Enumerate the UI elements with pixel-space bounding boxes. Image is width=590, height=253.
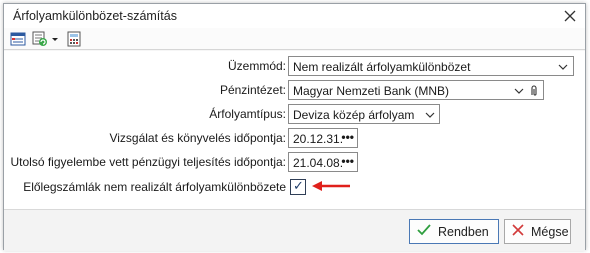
window-title: Árfolyamkülönbözet-számítás: [13, 9, 177, 23]
table-icon[interactable]: [10, 31, 26, 47]
mode-value: Nem realizált árfolyamkülönbözet: [293, 60, 471, 74]
mode-label-row: Üzemmód:: [4, 56, 286, 76]
form-area: Üzemmód: Nem realizált árfolyamkülönböze…: [4, 51, 585, 209]
bank-label: Pénzintézet:: [219, 83, 286, 97]
paperclip-icon[interactable]: [528, 85, 540, 97]
calculator-icon[interactable]: [66, 31, 82, 47]
advance-label-row: Előlegszámlák nem realizált árfolyamkülö…: [4, 177, 286, 197]
chevron-down-icon[interactable]: [513, 85, 525, 97]
rate-type-label: Árfolyamtípus:: [209, 107, 286, 121]
bank-label-row: Pénzintézet:: [4, 80, 286, 100]
bank-value: Magyar Nemzeti Bank (MNB): [293, 84, 450, 98]
refresh-list-icon[interactable]: [32, 31, 48, 47]
title-bar: Árfolyamkülönbözet-számítás: [4, 4, 585, 28]
button-bar: Rendben Mégse: [4, 209, 585, 251]
bank-select[interactable]: Magyar Nemzeti Bank (MNB): [288, 80, 544, 100]
check-icon: [416, 223, 432, 240]
dialog-window: Árfolyamkülönbözet-számítás Üzemmód: Nem…: [3, 3, 586, 251]
toolbar: [4, 28, 585, 50]
close-x-icon: [511, 223, 525, 240]
rate-type-label-row: Árfolyamtípus:: [4, 104, 286, 124]
exam-date-label-row: Vizsgálat és könyvelés időpontja:: [4, 128, 286, 148]
advance-checkbox[interactable]: ✓: [290, 179, 306, 195]
last-date-label-row: Utolsó figyelembe vett pénzügyi teljesít…: [4, 152, 287, 172]
last-date-label: Utolsó figyelembe vett pénzügyi teljesít…: [10, 155, 287, 169]
last-date-field[interactable]: 21.04.08. •••: [288, 152, 358, 172]
cancel-button[interactable]: Mégse: [504, 219, 571, 244]
ok-button-label: Rendben: [438, 224, 489, 239]
date-picker-button[interactable]: •••: [341, 130, 354, 144]
red-arrow-icon: [310, 179, 352, 196]
exam-date-value: 20.12.31.: [293, 132, 344, 146]
chevron-down-icon[interactable]: [424, 109, 436, 121]
last-date-value: 21.04.08.: [293, 156, 344, 170]
check-mark-icon: ✓: [293, 179, 304, 194]
dropdown-arrow-icon[interactable]: [50, 31, 60, 47]
chevron-down-icon[interactable]: [557, 61, 569, 73]
exam-date-field[interactable]: 20.12.31. •••: [288, 128, 358, 148]
close-icon[interactable]: [561, 7, 579, 25]
ok-button[interactable]: Rendben: [409, 219, 499, 244]
mode-label: Üzemmód:: [227, 59, 286, 73]
exam-date-label: Vizsgálat és könyvelés időpontja:: [109, 131, 286, 145]
mode-select[interactable]: Nem realizált árfolyamkülönbözet: [288, 56, 574, 76]
cancel-button-label: Mégse: [531, 224, 569, 239]
advance-label: Előlegszámlák nem realizált árfolyamkülö…: [23, 180, 286, 194]
rate-type-select[interactable]: Deviza közép árfolyam: [288, 104, 440, 124]
rate-type-value: Deviza közép árfolyam: [293, 108, 415, 122]
date-picker-button[interactable]: •••: [341, 154, 354, 168]
